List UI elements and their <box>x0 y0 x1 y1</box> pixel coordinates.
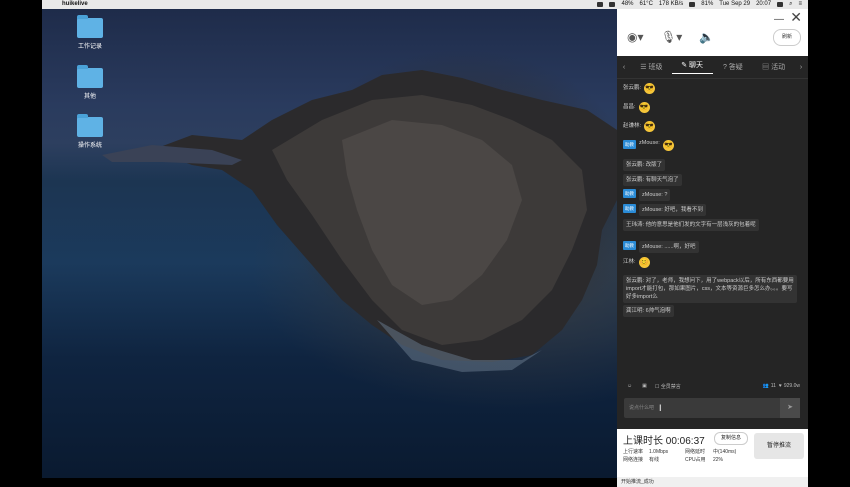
sunglasses-emoji-icon: 😎 <box>638 102 650 113</box>
chat-bubble: zMouse: ? <box>639 189 671 201</box>
folder-label: 其他 <box>83 94 96 100</box>
chat-bubble: 张云鹏: 有聊天气泡了 <box>623 174 682 186</box>
app-name-menu[interactable]: huikelive <box>62 0 88 9</box>
chat-message: 龚江明: 6帅气泡啊 <box>623 305 674 317</box>
menu-list-icon[interactable]: ≡ <box>798 0 802 9</box>
menu-bar-status: 48% 61°C 178 KB/s 81% Tue Sep 29 20:07 ⌕… <box>597 0 808 9</box>
sunglasses-emoji-icon: 😎 <box>644 83 656 94</box>
desktop-folder[interactable]: 工作记录 <box>65 15 115 50</box>
chat-bubble: zMouse: 好吧，我看不到 <box>639 204 706 216</box>
sunglasses-emoji-icon: 😎 <box>662 140 674 151</box>
chat-sender: 赵谦林: <box>623 123 642 129</box>
assistant-badge: 助教 <box>623 241 636 250</box>
stream-footer: 上课时长 00:06:37 复制信息 暂停推流 上行速率 1.0Mbps 网络延时中… <box>617 429 808 478</box>
class-duration: 上课时长 00:06:37 <box>623 436 705 447</box>
status-icon[interactable] <box>597 2 604 7</box>
chevron-left-icon[interactable]: ‹ <box>617 64 631 71</box>
speaker-icon[interactable]: 🔈 <box>699 30 714 44</box>
chat-sender: 江林: <box>623 259 636 265</box>
camera-icon[interactable]: ◉▾ <box>627 30 644 44</box>
chat-message: 赵谦林: 😎 <box>623 121 656 132</box>
heart-icon: ♥ <box>778 383 782 389</box>
chat-message: 江林: 😊 <box>623 257 650 268</box>
refresh-button[interactable]: 刷新 <box>773 29 801 46</box>
folder-icon <box>77 114 103 137</box>
chat-sender: 张云鹏: <box>623 85 642 91</box>
chat-message: 张云鹏: 对了，老师，我想问下，用了webpack以后，所有东西都要用impor… <box>623 275 797 303</box>
chevron-right-icon[interactable]: › <box>794 64 808 71</box>
desktop-folder[interactable]: 其他 <box>65 65 115 100</box>
smile-emoji-icon: 😊 <box>638 257 650 268</box>
chat-input[interactable]: 说点什么吧 ➤ <box>624 398 800 418</box>
status-icon[interactable] <box>609 2 616 7</box>
chat-list[interactable]: 张云鹏: 😎 昌昌: 😎 赵谦林: 😎 助教 zMouse: 😎 张云鹏: 改版… <box>617 79 808 377</box>
sunglasses-emoji-icon: 😎 <box>644 121 656 132</box>
assistant-badge: 助教 <box>623 204 636 213</box>
chat-message: 张云鹏: 有聊天气泡了 <box>623 174 682 186</box>
online-count: 11 <box>770 383 776 389</box>
chat-bubble: 王玮涛: 他的意思是他们发的文字有一层浅灰的包着呢 <box>623 219 759 231</box>
panel-header: — ✕ ◉▾ 🎙▾ 🔈 刷新 <box>617 9 808 56</box>
network-stats: 上行速率 1.0Mbps 网络延时 中(140ms) 网络连接 有线 CPU占用 22% <box>623 449 737 463</box>
chat-sender: zMouse: <box>639 140 660 146</box>
tab-qa[interactable]: ? 答疑 <box>713 62 754 72</box>
menu-bar: huikelive 48% 61°C 178 KB/s 81% Tue Sep … <box>42 0 808 9</box>
desktop-folder[interactable]: 操作系统 <box>65 114 115 149</box>
chat-bubble: 张云鹏: 改版了 <box>623 159 666 171</box>
chat-message: 张云鹏: 改版了 <box>623 159 666 171</box>
text-cursor-icon: I <box>659 403 662 413</box>
close-icon[interactable]: ✕ <box>790 9 802 26</box>
folder-icon <box>77 65 103 88</box>
chat-message: 助教 zMouse: 好吧，我看不到 <box>623 204 706 216</box>
panel-tabs: ‹ ☰ 班级 ✎ 聊天 ? 答疑 ▤ 活动 › <box>617 56 808 79</box>
copy-info-button[interactable]: 复制信息 <box>714 432 748 445</box>
minimize-icon[interactable]: — <box>774 14 784 25</box>
date-label: Tue Sep 29 <box>719 1 751 7</box>
chat-message: 昌昌: 😎 <box>623 102 650 113</box>
battery-percent: 48% <box>621 1 634 7</box>
network-speed: 178 KB/s <box>658 1 684 7</box>
chat-message: 助教 zMouse: ? <box>623 189 671 201</box>
microphone-icon[interactable]: 🎙▾ <box>661 30 682 44</box>
chat-message: 助教 zMouse: ......啊，好吧 <box>623 241 699 253</box>
time-label: 20:07 <box>756 1 772 7</box>
chat-message: 助教 zMouse: 😎 <box>623 140 674 151</box>
online-users-icon: 👥 <box>762 383 769 389</box>
wifi-icon[interactable] <box>689 2 696 7</box>
tab-class[interactable]: ☰ 班级 <box>631 62 672 72</box>
chat-message: 张云鹏: 😎 <box>623 83 656 94</box>
pause-stream-button[interactable]: 暂停推流 <box>754 433 804 459</box>
assistant-badge: 助教 <box>623 140 636 149</box>
folder-label: 工作记录 <box>77 44 102 50</box>
live-panel: — ✕ ◉▾ 🎙▾ 🔈 刷新 ‹ ☰ 班级 ✎ 聊天 ? 答疑 ▤ 活动 › 张… <box>617 9 808 487</box>
folder-label: 操作系统 <box>77 143 102 149</box>
image-icon[interactable]: ▣ <box>642 383 647 389</box>
chat-bubble: zMouse: ......啊，好吧 <box>639 241 699 253</box>
folder-icon <box>77 15 103 38</box>
likes-count: 929.0w <box>783 383 800 389</box>
assistant-badge: 助教 <box>623 189 636 198</box>
chat-message: 王玮涛: 他的意思是他们发的文字有一层浅灰的包着呢 <box>623 219 759 231</box>
chat-sender: 昌昌: <box>623 104 636 110</box>
chat-bubble: 龚江明: 6帅气泡啊 <box>623 305 674 317</box>
send-icon[interactable]: ➤ <box>780 398 800 418</box>
search-icon[interactable]: ⌕ <box>789 0 792 9</box>
cpu-temp: 61°C <box>639 1 653 7</box>
tab-activity[interactable]: ▤ 活动 <box>753 62 794 72</box>
status-bar: 开始推流_成功 <box>617 477 808 487</box>
chat-input-placeholder: 说点什么吧 <box>629 405 655 411</box>
battery-level: 81% <box>701 1 714 7</box>
emoji-icon[interactable]: ☺ <box>627 383 632 389</box>
mute-all-checkbox[interactable]: ☐ 全员禁言 <box>655 383 681 390</box>
siri-icon[interactable] <box>777 2 784 7</box>
chat-bubble: 张云鹏: 对了，老师，我想问下，用了webpack以后，所有东西都要用impor… <box>623 275 797 303</box>
chat-toolbar: ☺ ▣ ☐ 全员禁言 👥 11 ♥ 929.0w <box>617 379 808 393</box>
tab-chat[interactable]: ✎ 聊天 <box>671 60 713 74</box>
